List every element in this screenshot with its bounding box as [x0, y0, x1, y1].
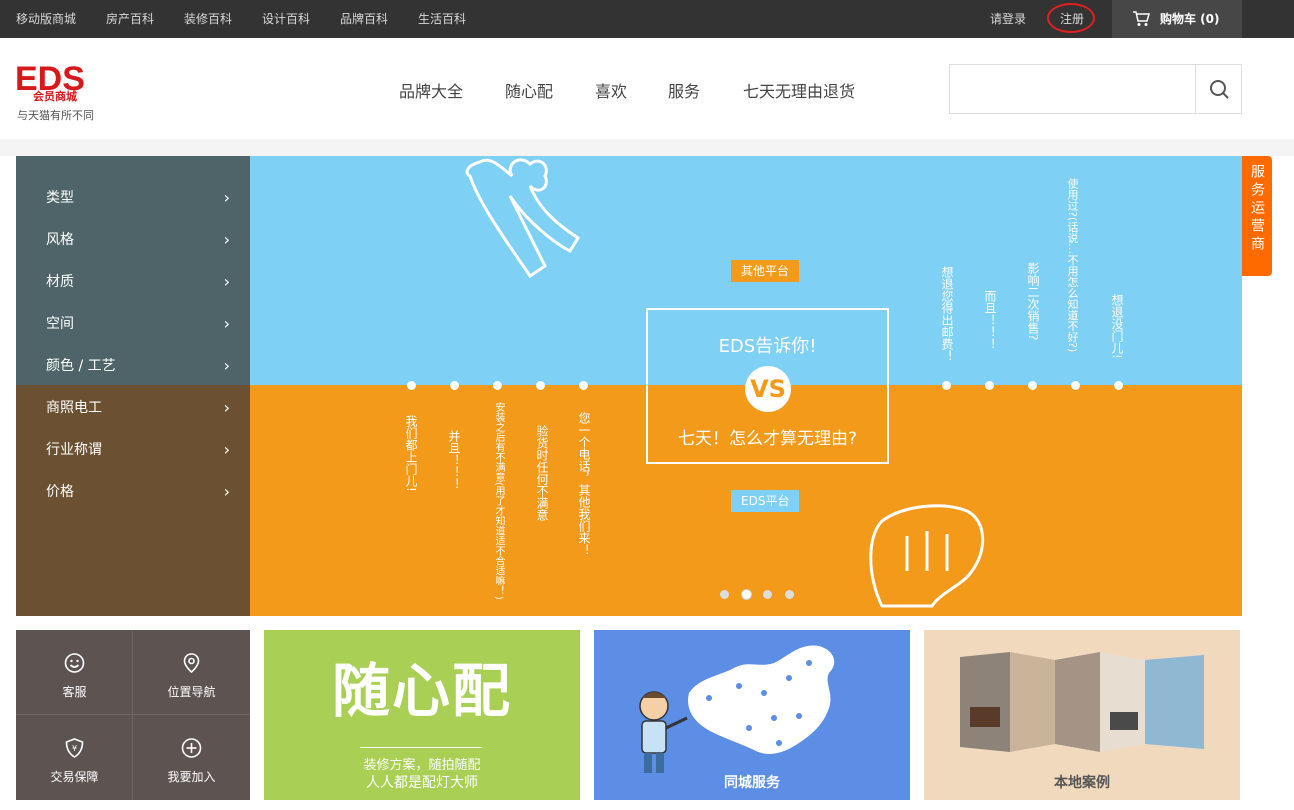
- quick-join[interactable]: 我要加入: [133, 715, 250, 800]
- nav-brands[interactable]: 品牌大全: [399, 78, 463, 102]
- category-sidebar: 类型 › 风格 › 材质 › 空间 › 颜色 / 工艺 › 商照电工 › 行业称谓 › 价格 ›: [16, 156, 250, 616]
- chevron-right-icon: ›: [223, 482, 230, 501]
- cart-label: 购物车 (0): [1160, 12, 1220, 26]
- sidebar-item-material[interactable]: 材质 ›: [16, 261, 250, 303]
- chevron-right-icon: ›: [223, 188, 230, 207]
- carousel-dot-active[interactable]: [742, 590, 751, 599]
- banner-top-text: 使用过?(话说…不用怎么知道不好?): [1066, 178, 1079, 353]
- search-icon: [1210, 80, 1229, 99]
- timeline-dot: [1114, 381, 1123, 390]
- card-suixinpei[interactable]: 随心配 装修方案，随拍随配 人人都是配灯大师: [264, 630, 580, 800]
- topbar-link-design[interactable]: 设计百科: [262, 0, 310, 38]
- timeline-dot: [942, 381, 951, 390]
- card-local-cases[interactable]: 本地案例: [924, 630, 1240, 800]
- search-box: [949, 64, 1242, 114]
- quick-trade-guarantee[interactable]: ¥ 交易保障: [16, 715, 133, 800]
- banner-top-text: 想退没门儿!: [1110, 294, 1124, 359]
- chevron-right-icon: ›: [223, 398, 230, 417]
- timeline-dot: [407, 381, 416, 390]
- banner-bottom-text: 我们都上门儿!: [404, 415, 418, 492]
- banner-top-text: 想退您得出邮费！: [940, 266, 954, 362]
- banner-bottom-text: 您一个电话，其他我们来！: [577, 412, 591, 556]
- timeline-dot: [579, 381, 588, 390]
- topbar-link-decor[interactable]: 装修百科: [184, 0, 232, 38]
- banner-top-text: 而且！！！: [983, 290, 997, 350]
- nav-suixinpei[interactable]: 随心配: [505, 78, 553, 102]
- sidebar-item-lighting[interactable]: 商照电工 ›: [16, 387, 250, 429]
- shield-icon: ¥: [65, 738, 84, 758]
- separator-strip: [0, 139, 1294, 156]
- timeline-dot: [1071, 381, 1080, 390]
- vs-badge: VS: [745, 366, 791, 412]
- topbar-link-mobile[interactable]: 移动版商城: [16, 0, 76, 38]
- quick-location[interactable]: 位置导航: [133, 630, 250, 715]
- plus-circle-icon: [181, 738, 202, 758]
- card-suixinpei-line1: 装修方案，随拍随配: [363, 758, 481, 773]
- smile-icon: [64, 653, 85, 673]
- service-provider-tab[interactable]: 服务运营商: [1242, 156, 1272, 276]
- sidebar-item-color[interactable]: 颜色 / 工艺 ›: [16, 345, 250, 387]
- timeline-dot: [536, 381, 545, 390]
- vs-box-subtitle: 七天！怎么才算无理由?: [677, 429, 858, 449]
- chevron-right-icon: ›: [223, 356, 230, 375]
- tag-other-platform: 其他平台: [731, 260, 800, 282]
- chevron-right-icon: ›: [223, 440, 230, 459]
- sidebar-item-style[interactable]: 风格 ›: [16, 219, 250, 261]
- sidebar-item-industry[interactable]: 行业称谓 ›: [16, 429, 250, 471]
- sidebar-item-type[interactable]: 类型 ›: [16, 177, 250, 219]
- topbar-link-life[interactable]: 生活百科: [418, 0, 466, 38]
- timeline-dot: [450, 381, 459, 390]
- banner-bottom-text: 并且！！！: [447, 430, 461, 490]
- card-suixinpei-line2: 人人都是配灯大师: [366, 775, 478, 791]
- carousel-dot[interactable]: [763, 590, 772, 599]
- tag-eds-platform: EDS平台: [731, 490, 800, 512]
- timeline-dot: [985, 381, 994, 390]
- carousel-dot[interactable]: [720, 590, 729, 599]
- register-highlight-circle: [1047, 3, 1095, 33]
- location-icon: [183, 653, 200, 674]
- vs-box: EDS告诉你! VS 七天！怎么才算无理由?: [646, 308, 889, 464]
- vs-box-title: EDS告诉你!: [718, 336, 817, 357]
- timeline-dot: [493, 381, 502, 390]
- topbar-link-brand[interactable]: 品牌百科: [340, 0, 388, 38]
- sidebar-item-space[interactable]: 空间 ›: [16, 303, 250, 345]
- search-button[interactable]: [1195, 65, 1241, 113]
- cart-icon: [1133, 11, 1150, 26]
- svg-text:¥: ¥: [72, 744, 77, 753]
- card-suixinpei-title: 随心配: [331, 657, 512, 725]
- login-link[interactable]: 请登录: [990, 0, 1026, 38]
- carousel-dot[interactable]: [785, 590, 794, 599]
- nav-service[interactable]: 服务: [668, 78, 700, 102]
- fist-icon: [869, 504, 985, 608]
- room-photos-icon: [960, 652, 1204, 752]
- topbar-link-house[interactable]: 房产百科: [106, 0, 154, 38]
- eds-logo[interactable]: EDS 会员商城: [15, 62, 105, 102]
- banner-bottom-text: 安装之后有不满意(用了才知道适不合适嘛！): [493, 402, 504, 600]
- person-pointing-icon: [639, 691, 688, 773]
- chevron-right-icon: ›: [223, 314, 230, 333]
- card-city-service[interactable]: 同城服务: [594, 630, 910, 800]
- chevron-right-icon: ›: [223, 230, 230, 249]
- slogan: 与天猫有所不同: [17, 109, 94, 122]
- china-map-icon: [688, 645, 835, 754]
- banner-bottom-text: 验货时任何不满意: [535, 425, 549, 521]
- top-bar: 移动版商城 房产百科 装修百科 设计百科 品牌百科 生活百科 请登录 注册 购物…: [0, 0, 1294, 38]
- nav-return[interactable]: 七天无理由退货: [743, 78, 855, 102]
- search-input[interactable]: [950, 65, 1195, 113]
- card-local-caption: 本地案例: [1054, 775, 1110, 791]
- card-city-caption: 同城服务: [724, 775, 780, 791]
- banner-top-text: 影响二次销售?: [1026, 262, 1040, 341]
- cart-button[interactable]: 购物车 (0): [1112, 0, 1242, 38]
- sidebar-item-price[interactable]: 价格 ›: [16, 471, 250, 513]
- timeline-dot: [1028, 381, 1037, 390]
- victory-hand-icon: [465, 158, 581, 279]
- logo-sub-text: 会员商城: [33, 89, 77, 102]
- chevron-right-icon: ›: [223, 272, 230, 291]
- quick-customer-service[interactable]: 客服: [16, 630, 133, 715]
- nav-like[interactable]: 喜欢: [595, 78, 627, 102]
